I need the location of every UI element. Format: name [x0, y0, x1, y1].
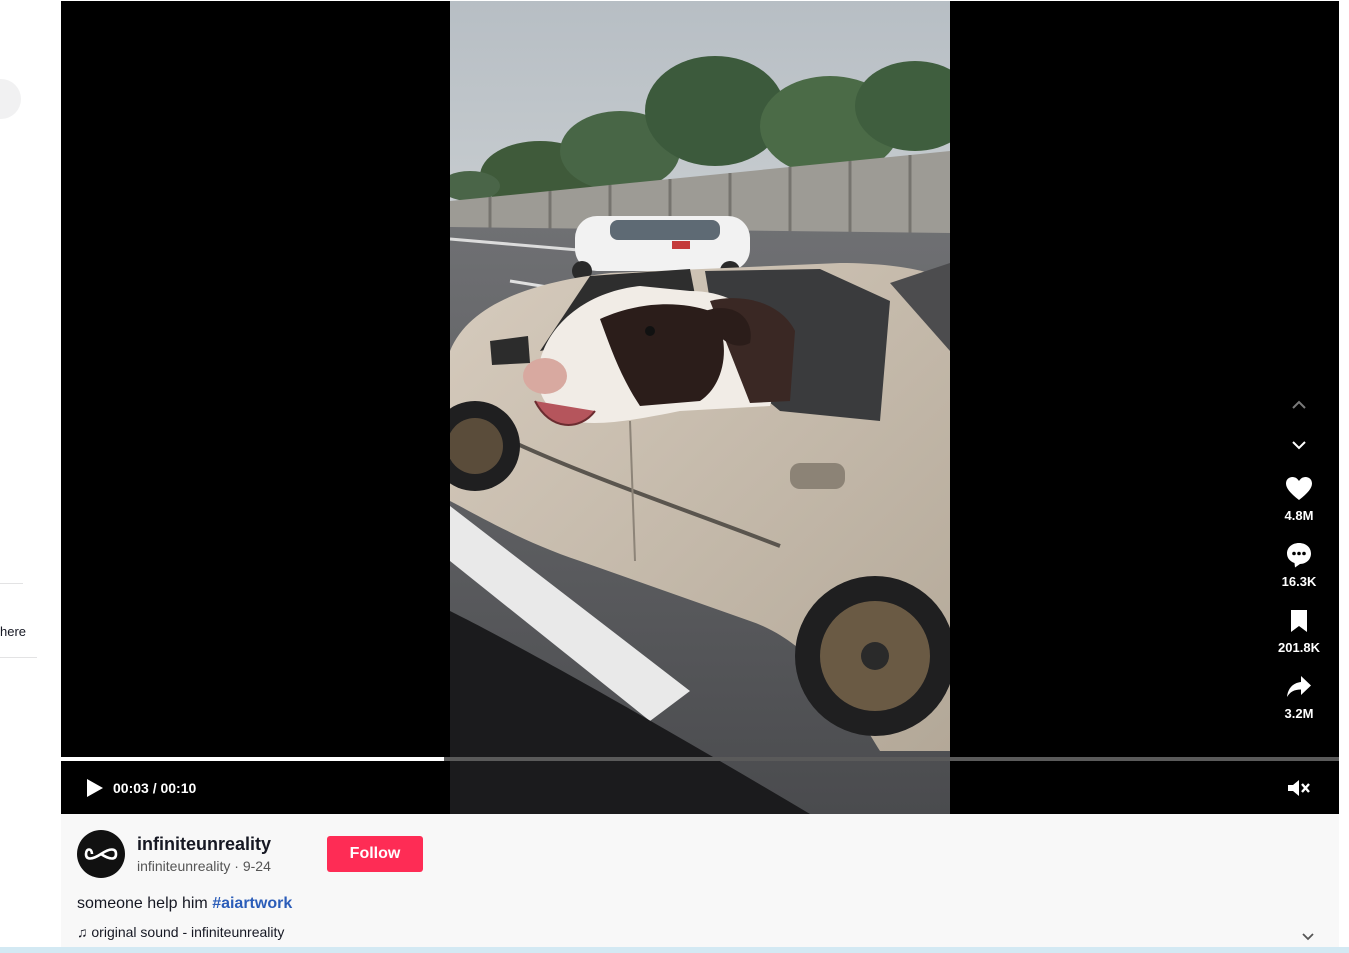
video-time-display: 00:03 / 00:10	[113, 780, 197, 796]
video-frame[interactable]	[450, 1, 950, 814]
like-action: 4.8M	[1271, 475, 1327, 523]
video-player[interactable]: 00:03 / 00:10 4.8M 16.3K 201.8K 3.2M	[61, 1, 1339, 814]
comment-action: 16.3K	[1271, 541, 1327, 589]
next-video-button[interactable]	[1288, 434, 1310, 456]
share-action: 3.2M	[1271, 673, 1327, 721]
like-count: 4.8M	[1284, 508, 1314, 523]
save-action: 201.8K	[1271, 607, 1327, 655]
avatar[interactable]	[77, 830, 125, 878]
post-caption: someone help him #aiartwork	[77, 895, 292, 913]
sound-link[interactable]: ♫ original sound - infiniteunreality	[77, 924, 284, 940]
bottom-edge-bar	[0, 947, 1349, 953]
username[interactable]: infiniteunreality	[137, 834, 271, 855]
sidebar-divider	[0, 583, 23, 584]
heart-icon[interactable]	[1285, 475, 1313, 503]
follow-button[interactable]: Follow	[327, 836, 423, 872]
bookmark-icon[interactable]	[1285, 607, 1313, 635]
sidebar-divider	[0, 657, 37, 658]
play-button[interactable]	[83, 777, 105, 799]
sound-title: original sound - infiniteunreality	[91, 924, 285, 940]
post-meta: infiniteunreality · 9-24	[137, 858, 271, 874]
expand-chevron-icon	[1302, 933, 1314, 941]
caption-text: someone help him	[77, 895, 213, 912]
save-count: 201.8K	[1278, 640, 1320, 655]
music-note-icon: ♫	[77, 924, 88, 940]
sidebar-partial: here	[0, 0, 61, 953]
post-info-panel: infiniteunreality infiniteunreality · 9-…	[61, 814, 1339, 947]
mute-icon	[1288, 780, 1310, 796]
sidebar-partial-text: here	[0, 624, 27, 639]
video-progress-fill	[61, 757, 445, 761]
video-scene-image	[450, 1, 950, 814]
hashtag-link[interactable]: #aiartwork	[212, 895, 292, 912]
comment-icon[interactable]	[1285, 541, 1313, 569]
sidebar-search-pill[interactable]	[0, 79, 21, 119]
video-progress-bar[interactable]	[61, 757, 1339, 761]
post-date: 9-24	[242, 858, 271, 874]
play-icon	[87, 779, 103, 797]
expand-description-button[interactable]	[1298, 926, 1318, 946]
share-count: 3.2M	[1284, 706, 1314, 721]
user-handle[interactable]: infiniteunreality	[137, 858, 230, 874]
infinity-icon	[84, 848, 118, 860]
mute-toggle-button[interactable]	[1286, 777, 1312, 799]
chevron-down-icon	[1292, 441, 1306, 450]
previous-video-button[interactable]	[1288, 394, 1310, 416]
comment-count: 16.3K	[1281, 574, 1317, 589]
chevron-up-icon	[1292, 400, 1306, 409]
meta-separator: ·	[230, 858, 243, 874]
share-icon[interactable]	[1285, 673, 1313, 701]
